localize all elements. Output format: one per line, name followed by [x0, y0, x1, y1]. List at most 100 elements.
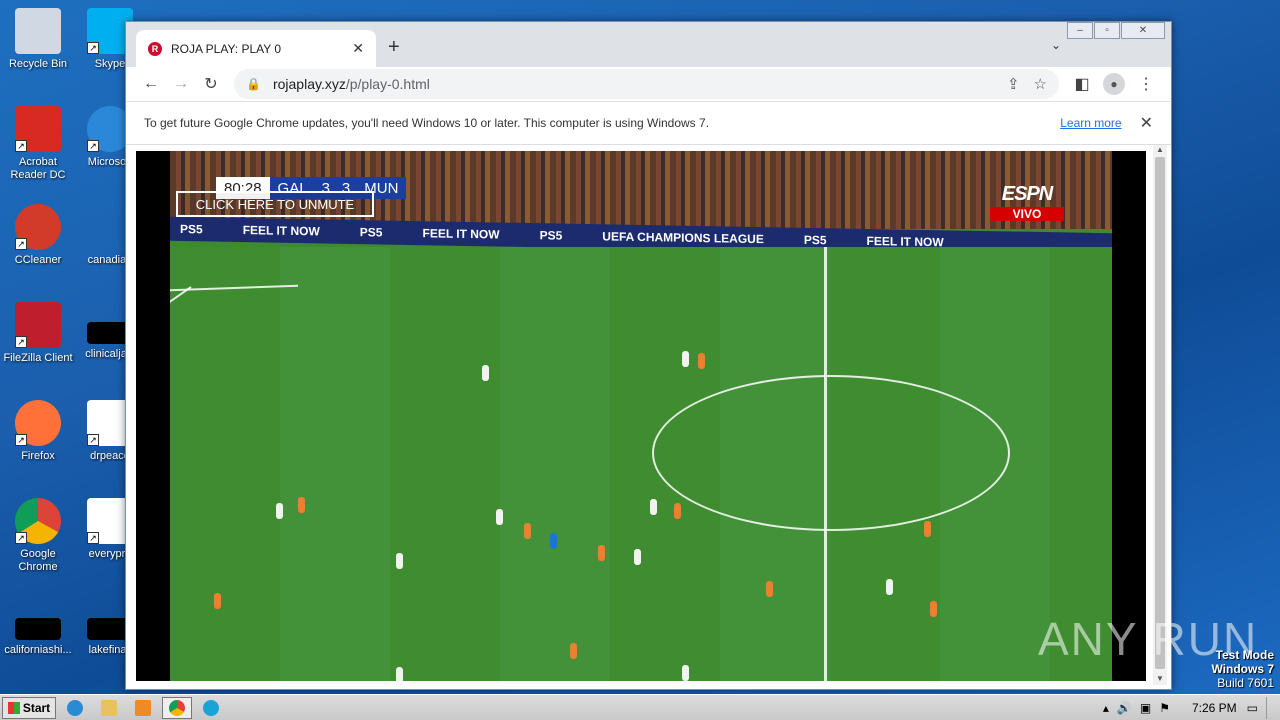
desktop-icon-label: Recycle Bin — [8, 58, 68, 70]
scroll-thumb[interactable] — [1155, 157, 1165, 669]
referee — [550, 533, 557, 549]
profile-avatar-icon[interactable]: ● — [1103, 73, 1125, 95]
windows-logo-icon — [7, 701, 20, 714]
action-center-flag-icon[interactable]: ⚑ — [1159, 701, 1170, 715]
filezilla-icon: ↗ — [15, 302, 61, 348]
player-orange — [930, 601, 937, 617]
ad-text: FEEL IT NOW — [242, 223, 320, 239]
kebab-menu-icon[interactable]: ⋮ — [1131, 74, 1161, 94]
start-button[interactable]: Start — [2, 696, 56, 719]
player-orange — [214, 593, 221, 609]
page-scrollbar[interactable]: ▲ ▼ — [1153, 145, 1167, 685]
folder-icon — [101, 699, 117, 716]
acrobat-icon: ↗ — [15, 106, 61, 152]
player-white — [886, 579, 893, 595]
shortcut-arrow-icon: ↗ — [87, 532, 99, 544]
title-bar: R ROJA PLAY: PLAY 0 ✕ + ⌄ – ▫ ✕ — [126, 22, 1171, 67]
broadcaster-logo: ESPN VIVO — [990, 183, 1064, 221]
notification-icon[interactable]: ▭ — [1247, 701, 1258, 715]
desktop-icon-ccleaner[interactable]: ↗ CCleaner — [0, 204, 76, 267]
url-text[interactable]: rojaplay.xyz/p/play-0.html — [273, 76, 993, 92]
new-tab-button[interactable]: + — [388, 36, 400, 59]
volume-icon[interactable]: 🔊 — [1117, 701, 1132, 715]
taskbar-edge[interactable] — [196, 697, 226, 719]
chrome-icon — [169, 699, 185, 716]
forward-arrow-icon[interactable]: → — [166, 75, 196, 93]
test-mode-line: Test Mode — [1215, 648, 1274, 662]
desktop-icon-label: Google Chrome — [18, 548, 58, 573]
shortcut-arrow-icon: ↗ — [87, 434, 99, 446]
taskbar-chrome[interactable] — [162, 696, 192, 719]
player-white — [496, 509, 503, 525]
shortcut-arrow-icon: ↗ — [15, 532, 27, 544]
browser-toolbar: ← → ↻ 🔒 rojaplay.xyz/p/play-0.html ⇪ ☆ ◧… — [126, 67, 1171, 102]
clock[interactable]: 7:26 PM — [1192, 701, 1237, 715]
taskbar-ie[interactable] — [60, 697, 90, 719]
shortcut-arrow-icon: ↗ — [15, 434, 27, 446]
tray-expand-icon[interactable]: ▴ — [1103, 701, 1109, 715]
player-orange — [298, 497, 305, 513]
ad-text: FEEL IT NOW — [422, 226, 500, 242]
unmute-button[interactable]: CLICK HERE TO UNMUTE — [176, 191, 374, 217]
shortcut-arrow-icon: ↗ — [87, 42, 99, 54]
espn-logo: ESPN — [1001, 183, 1053, 205]
minimize-button[interactable]: – — [1067, 22, 1093, 39]
player-white — [396, 553, 403, 569]
roja-favicon-icon: R — [148, 41, 162, 56]
desktop-icon-firefox[interactable]: ↗ Firefox — [0, 400, 76, 463]
ccleaner-icon: ↗ — [15, 204, 61, 250]
penalty-box-line — [170, 286, 192, 351]
network-icon[interactable]: ▣ — [1140, 701, 1151, 715]
share-icon[interactable]: ⇪ — [1007, 75, 1020, 93]
browser-tab[interactable]: R ROJA PLAY: PLAY 0 ✕ — [136, 30, 376, 67]
player-orange — [598, 545, 605, 561]
desktop-icon-label: californiashi... — [4, 644, 72, 656]
media-player-icon — [135, 699, 151, 716]
lock-icon[interactable]: 🔒 — [246, 77, 261, 91]
desktop-icon-filezilla[interactable]: ↗ FileZilla Client — [0, 302, 76, 365]
learn-more-link[interactable]: Learn more — [1060, 116, 1121, 130]
tab-close-icon[interactable]: ✕ — [352, 40, 364, 57]
internet-explorer-icon — [67, 699, 83, 716]
show-desktop-button[interactable] — [1266, 696, 1280, 719]
file-icon — [15, 618, 61, 640]
player-white — [396, 667, 403, 681]
desktop-icon-chrome[interactable]: ↗ Google Chrome — [0, 498, 76, 574]
bookmark-star-icon[interactable]: ☆ — [1034, 75, 1047, 93]
desktop-icon-recycle-bin[interactable]: Recycle Bin — [0, 8, 76, 71]
address-bar[interactable]: 🔒 rojaplay.xyz/p/play-0.html ⇪ ☆ — [234, 69, 1059, 99]
edge-icon — [203, 699, 219, 716]
video-player[interactable]: PS5 FEEL IT NOW PS5 FEEL IT NOW PS5 UEFA… — [136, 151, 1146, 681]
test-mode-notice: Test Mode Windows 7 Build 7601 — [1211, 648, 1274, 690]
desktop-icon-californiashi[interactable]: californiashi... — [0, 618, 76, 657]
player-orange — [766, 581, 773, 597]
shortcut-arrow-icon: ↗ — [15, 140, 27, 152]
shortcut-arrow-icon: ↗ — [15, 238, 27, 250]
player-orange — [674, 503, 681, 519]
url-host: rojaplay.xyz — [272, 76, 346, 92]
scroll-up-icon[interactable]: ▲ — [1156, 145, 1164, 154]
tab-search-chevron-icon[interactable]: ⌄ — [1051, 38, 1061, 52]
windows-version-line: Windows 7 — [1211, 662, 1274, 676]
taskbar-media-player[interactable] — [128, 697, 158, 719]
desktop-icon-acrobat[interactable]: ↗ Acrobat Reader DC — [0, 106, 76, 182]
tab-title: ROJA PLAY: PLAY 0 — [171, 41, 282, 56]
close-window-button[interactable]: ✕ — [1121, 22, 1165, 39]
back-arrow-icon[interactable]: ← — [136, 75, 166, 93]
recycle-bin-icon — [15, 8, 61, 54]
chrome-icon: ↗ — [15, 498, 61, 544]
maximize-button[interactable]: ▫ — [1094, 22, 1120, 39]
video-frame[interactable]: PS5 FEEL IT NOW PS5 FEEL IT NOW PS5 UEFA… — [170, 151, 1112, 681]
side-panel-icon[interactable]: ◧ — [1067, 74, 1097, 94]
reload-icon[interactable]: ↻ — [196, 74, 226, 94]
scroll-down-icon[interactable]: ▼ — [1156, 674, 1164, 683]
browser-window: R ROJA PLAY: PLAY 0 ✕ + ⌄ – ▫ ✕ ← → ↻ 🔒 … — [125, 21, 1172, 690]
taskbar-explorer[interactable] — [94, 697, 124, 719]
player-white — [682, 665, 689, 681]
ad-text: PS5 — [180, 221, 203, 237]
player-orange — [698, 353, 705, 369]
live-badge: VIVO — [990, 207, 1064, 221]
infobar-close-icon[interactable]: ✕ — [1140, 113, 1153, 133]
player-white — [634, 549, 641, 565]
player-white — [682, 351, 689, 367]
